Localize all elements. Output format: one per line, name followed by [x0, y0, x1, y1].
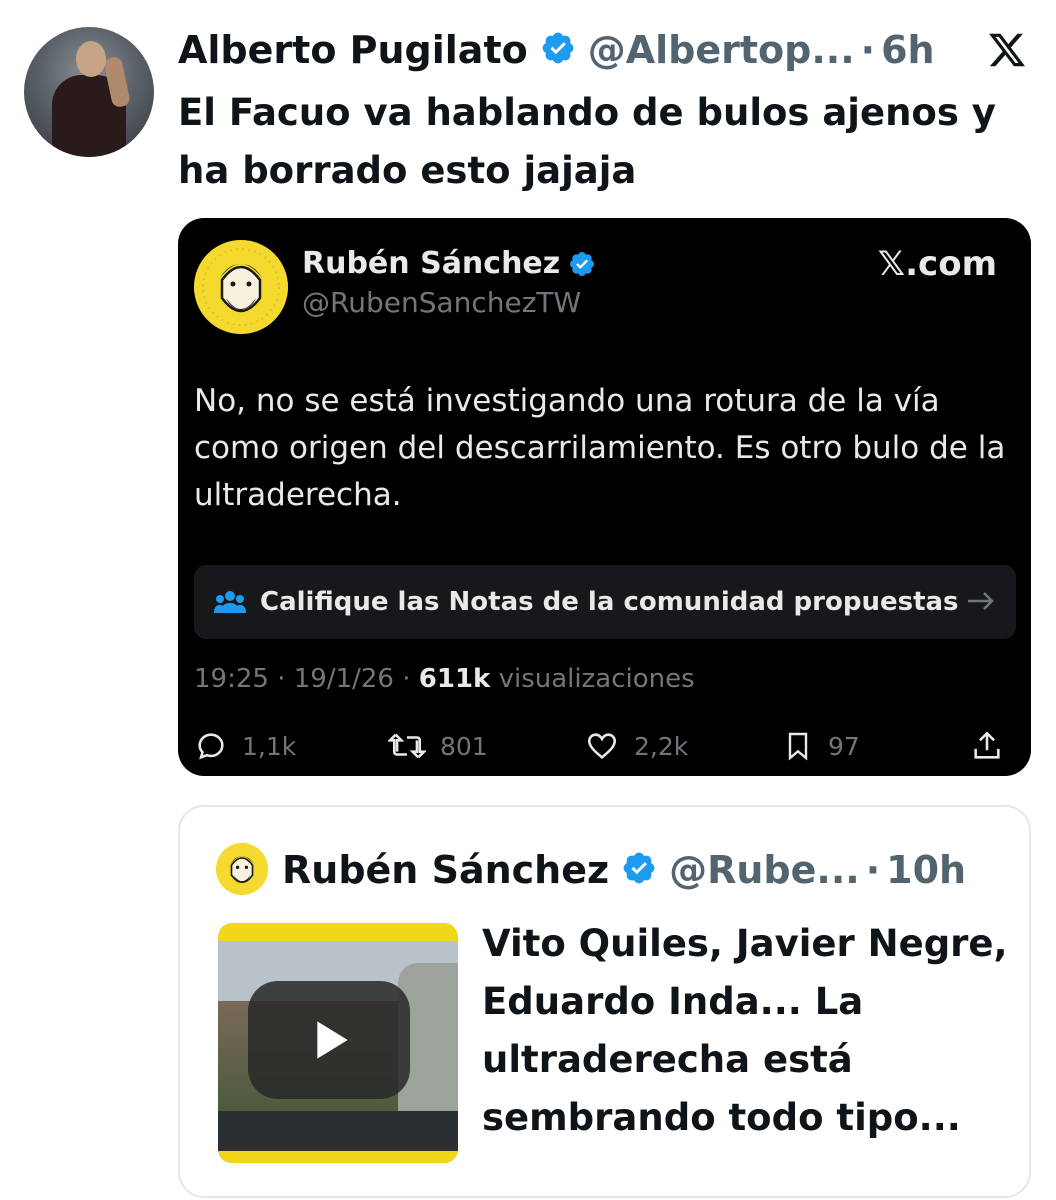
embedded-site-label: 𝕏.com	[877, 244, 997, 284]
embedded-tweet-text: No, no se está investigando una rotura d…	[194, 383, 1006, 513]
bookmark-count: 97	[828, 731, 860, 761]
video-thumbnail[interactable]	[218, 923, 458, 1163]
community-icon	[214, 589, 246, 615]
community-notes-banner: Califique las Notas de la comunidad prop…	[194, 565, 1016, 639]
quoted-tweet-header: Rubén Sánchez @Rube... · 10h	[282, 845, 966, 895]
like-action: 2,2k	[584, 726, 688, 766]
share-action	[970, 726, 1004, 766]
views-label: visualizaciones	[498, 664, 695, 694]
bookmark-icon	[788, 732, 808, 761]
quoted-tweet-card[interactable]: Rubén Sánchez @Rube... · 10h Vito Quiles…	[178, 805, 1031, 1198]
quoted-author-handle: @Rube...	[669, 848, 860, 892]
share-icon	[974, 731, 1000, 759]
separator-dot: ·	[865, 848, 881, 892]
embedded-verified-badge-icon	[568, 250, 596, 278]
tweet-header: Alberto Pugilato @Albertop... · 6h	[178, 26, 935, 74]
reply-count: 1,1k	[242, 731, 297, 761]
play-button-icon[interactable]	[248, 981, 410, 1099]
author-name[interactable]: Alberto Pugilato	[178, 28, 528, 72]
embedded-author-name: Rubén Sánchez	[302, 246, 596, 281]
bookmark-action: 97	[782, 726, 860, 766]
embedded-author-avatar	[194, 240, 288, 334]
embedded-time: 19:25	[194, 664, 269, 694]
repost-count: 801	[440, 731, 488, 761]
like-count: 2,2k	[634, 731, 689, 761]
quoted-author-avatar	[216, 843, 268, 895]
x-logo-icon	[987, 30, 1027, 70]
arrow-right-icon	[966, 585, 996, 620]
verified-badge-icon	[621, 850, 657, 890]
reply-action: 1,1k	[194, 726, 296, 766]
tweet-time[interactable]: 6h	[881, 28, 935, 72]
quoted-tweet-text: Vito Quiles, Javier Negre, Eduardo Inda.…	[482, 922, 1008, 1139]
meta-separator: ·	[402, 664, 411, 694]
quoted-tweet-time: 10h	[886, 848, 967, 892]
tweet-text: El Facuo va hablando de bulos ajenos y h…	[178, 91, 996, 192]
embedded-meta: 19:25 · 19/1/26 · 611k visualizaciones	[194, 664, 695, 694]
quoted-author-name: Rubén Sánchez	[282, 848, 610, 892]
embedded-date: 19/1/26	[293, 664, 394, 694]
author-avatar[interactable]	[24, 27, 154, 157]
author-handle[interactable]: @Albertop...	[588, 28, 855, 72]
embedded-author-handle: @RubenSanchezTW	[302, 286, 582, 319]
reply-icon	[198, 733, 224, 760]
embedded-author-name-text: Rubén Sánchez	[302, 246, 561, 281]
embedded-actions: 1,1k 801 2,2k 97	[194, 726, 1014, 766]
repost-action: 801	[388, 726, 488, 766]
heart-icon	[587, 733, 617, 759]
verified-badge-icon	[540, 30, 576, 70]
embedded-screenshot[interactable]: Rubén Sánchez @RubenSanchezTW 𝕏.com No, …	[178, 218, 1031, 776]
repost-icon	[388, 733, 426, 759]
community-notes-label: Califique las Notas de la comunidad prop…	[260, 587, 959, 617]
views-count: 611k	[418, 664, 491, 694]
separator-dot: ·	[860, 28, 876, 72]
meta-separator: ·	[277, 664, 286, 694]
